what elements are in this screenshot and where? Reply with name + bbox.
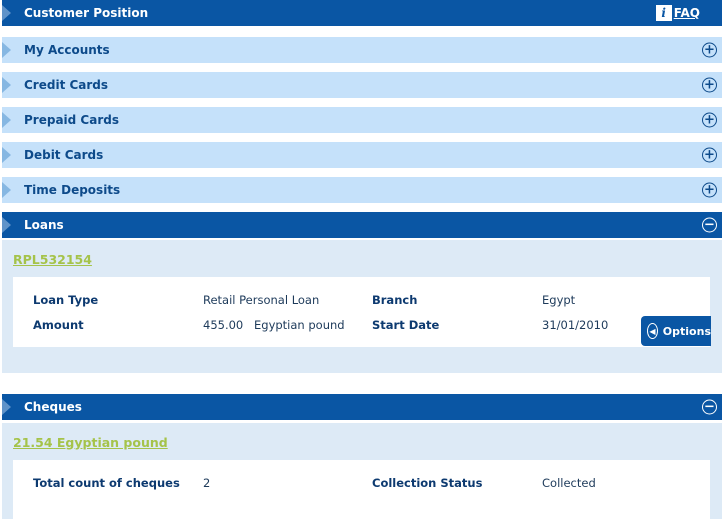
loans-panel: RPL532154 Loan Type Retail Personal Loan… xyxy=(2,240,722,373)
triangle-marker-icon xyxy=(2,112,11,128)
collection-status-label: Collection Status xyxy=(372,476,483,490)
customer-position-header: Customer Position i FAQ xyxy=(2,0,722,26)
triangle-marker-icon xyxy=(2,5,11,21)
expand-icon[interactable]: + xyxy=(702,42,717,58)
section-label[interactable]: Credit Cards xyxy=(24,78,108,92)
start-date-value: 31/01/2010 xyxy=(542,318,609,332)
start-date-label: Start Date xyxy=(372,318,440,332)
triangle-marker-icon xyxy=(2,77,11,93)
section-label[interactable]: My Accounts xyxy=(24,43,110,57)
section-label[interactable]: Time Deposits xyxy=(24,183,120,197)
amount-value: 455.00 xyxy=(203,318,244,332)
expand-icon[interactable]: + xyxy=(702,147,717,163)
loan-type-value: Retail Personal Loan xyxy=(203,293,320,307)
section-prepaid-cards[interactable]: Prepaid Cards + xyxy=(2,107,722,133)
faq-link-group[interactable]: i FAQ xyxy=(655,5,700,21)
section-loans[interactable]: Loans − xyxy=(2,212,722,238)
loan-type-label: Loan Type xyxy=(33,293,99,307)
section-time-deposits[interactable]: Time Deposits + xyxy=(2,177,722,203)
triangle-marker-icon xyxy=(2,42,11,58)
collapse-icon[interactable]: − xyxy=(702,399,717,415)
collection-status-value: Collected xyxy=(542,476,596,490)
expand-icon[interactable]: + xyxy=(702,112,717,128)
triangle-marker-icon xyxy=(2,147,11,163)
branch-label: Branch xyxy=(372,293,418,307)
amount-currency: Egyptian pound xyxy=(254,318,345,332)
cheques-details-card: Total count of cheques 2 Collection Stat… xyxy=(13,460,710,519)
loan-reference-link[interactable]: RPL532154 xyxy=(13,252,92,267)
triangle-marker-icon xyxy=(2,399,11,415)
section-credit-cards[interactable]: Credit Cards + xyxy=(2,72,722,98)
options-label[interactable]: Options xyxy=(663,325,711,338)
cheques-panel: 21.54 Egyptian pound Total count of cheq… xyxy=(2,423,722,519)
total-count-label: Total count of cheques xyxy=(33,476,180,490)
section-debit-cards[interactable]: Debit Cards + xyxy=(2,142,722,168)
section-label[interactable]: Debit Cards xyxy=(24,148,103,162)
collapse-icon[interactable]: − xyxy=(702,217,717,233)
back-arrow-icon[interactable]: ◀ xyxy=(647,323,658,339)
options-button[interactable]: ◀ Options xyxy=(641,316,711,346)
faq-link[interactable]: FAQ xyxy=(674,6,700,20)
triangle-marker-icon xyxy=(2,182,11,198)
section-label[interactable]: Cheques xyxy=(24,400,82,414)
loan-details-card: Loan Type Retail Personal Loan Branch Eg… xyxy=(13,277,710,347)
section-cheques[interactable]: Cheques − xyxy=(2,394,722,420)
cheques-total-link[interactable]: 21.54 Egyptian pound xyxy=(13,435,168,450)
triangle-marker-icon xyxy=(2,217,11,233)
header-title: Customer Position xyxy=(24,6,149,20)
section-label[interactable]: Loans xyxy=(24,218,64,232)
section-label[interactable]: Prepaid Cards xyxy=(24,113,119,127)
section-my-accounts[interactable]: My Accounts + xyxy=(2,37,722,63)
info-icon[interactable]: i xyxy=(655,5,672,21)
expand-icon[interactable]: + xyxy=(702,77,717,93)
total-count-value: 2 xyxy=(203,476,211,490)
amount-label: Amount xyxy=(33,318,84,332)
expand-icon[interactable]: + xyxy=(702,182,717,198)
branch-value: Egypt xyxy=(542,293,576,307)
